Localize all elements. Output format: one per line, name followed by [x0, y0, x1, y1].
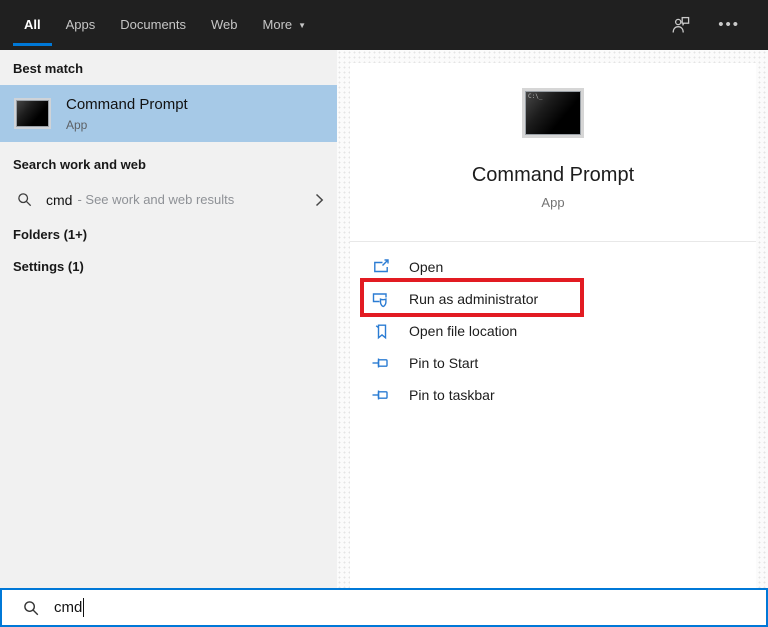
best-match-result-command-prompt[interactable]: Command Prompt App [0, 85, 337, 142]
chevron-right-icon [315, 193, 324, 206]
divider [350, 241, 756, 242]
action-pin-to-taskbar[interactable]: Pin to taskbar [350, 379, 756, 411]
search-results-area: Best match Command Prompt App Search wor… [0, 50, 768, 588]
search-icon [18, 193, 32, 207]
result-title: Command Prompt [66, 95, 188, 113]
preview-title: Command Prompt [471, 164, 635, 186]
pin-icon [372, 355, 390, 371]
more-options-icon[interactable]: ••• [718, 17, 740, 32]
result-type-label: App [66, 117, 88, 132]
command-prompt-icon [14, 98, 51, 129]
action-label: Pin to taskbar [409, 387, 495, 403]
action-run-as-administrator[interactable]: Run as administrator [350, 283, 756, 315]
acrylic-backdrop: C:\_ Command Prompt App Open Run as admi… [337, 50, 768, 588]
tab-more-label: More [262, 17, 293, 32]
feedback-person-icon[interactable] [670, 14, 692, 36]
command-prompt-icon-large: C:\_ [522, 88, 584, 138]
suggestion-hint: - See work and web results [77, 192, 235, 207]
search-query-text: cmd [54, 599, 83, 616]
web-search-suggestion[interactable]: cmd - See work and web results [0, 183, 337, 216]
open-file-location-icon [372, 323, 390, 340]
text-caret [83, 598, 85, 617]
action-label: Run as administrator [409, 291, 539, 307]
tab-web[interactable]: Web [211, 0, 238, 50]
tab-web-label: Web [211, 17, 238, 32]
tab-all[interactable]: All [13, 0, 52, 50]
context-actions-list: Open Run as administrator Open file loca… [350, 251, 756, 411]
action-pin-to-start[interactable]: Pin to Start [350, 347, 756, 379]
action-label: Pin to Start [409, 355, 479, 371]
action-open-file-location[interactable]: Open file location [350, 315, 756, 347]
prompt-text: C:\_ [528, 93, 543, 100]
tab-documents-label: Documents [120, 17, 187, 32]
tab-more[interactable]: More ▼ [263, 0, 307, 50]
search-input[interactable]: cmd [0, 588, 768, 627]
pin-icon [372, 387, 390, 403]
search-filter-bar: All Apps Documents Web More ▼ ••• [0, 0, 768, 50]
action-label: Open [409, 259, 444, 275]
settings-group-header[interactable]: Settings (1) [0, 259, 337, 274]
best-match-header: Best match [13, 61, 84, 76]
folders-group-header[interactable]: Folders (1+) [0, 227, 337, 242]
chevron-down-icon: ▼ [298, 21, 307, 30]
filter-tabs: All Apps Documents Web More ▼ [13, 0, 307, 50]
action-label: Open file location [409, 323, 518, 339]
preview-type-label: App [541, 195, 565, 210]
results-list-panel: Best match Command Prompt App Search wor… [0, 50, 337, 588]
preview-panel: C:\_ Command Prompt App Open Run as admi… [350, 63, 756, 588]
action-open[interactable]: Open [350, 251, 756, 283]
tab-apps[interactable]: Apps [66, 0, 96, 50]
tab-documents[interactable]: Documents [120, 0, 186, 50]
suggestion-query: cmd [46, 191, 73, 208]
search-icon [24, 600, 39, 615]
run-as-admin-icon [372, 291, 390, 308]
tab-all-label: All [24, 17, 41, 32]
open-icon [372, 259, 390, 275]
search-work-web-header: Search work and web [13, 157, 146, 172]
tab-apps-label: Apps [65, 17, 96, 32]
